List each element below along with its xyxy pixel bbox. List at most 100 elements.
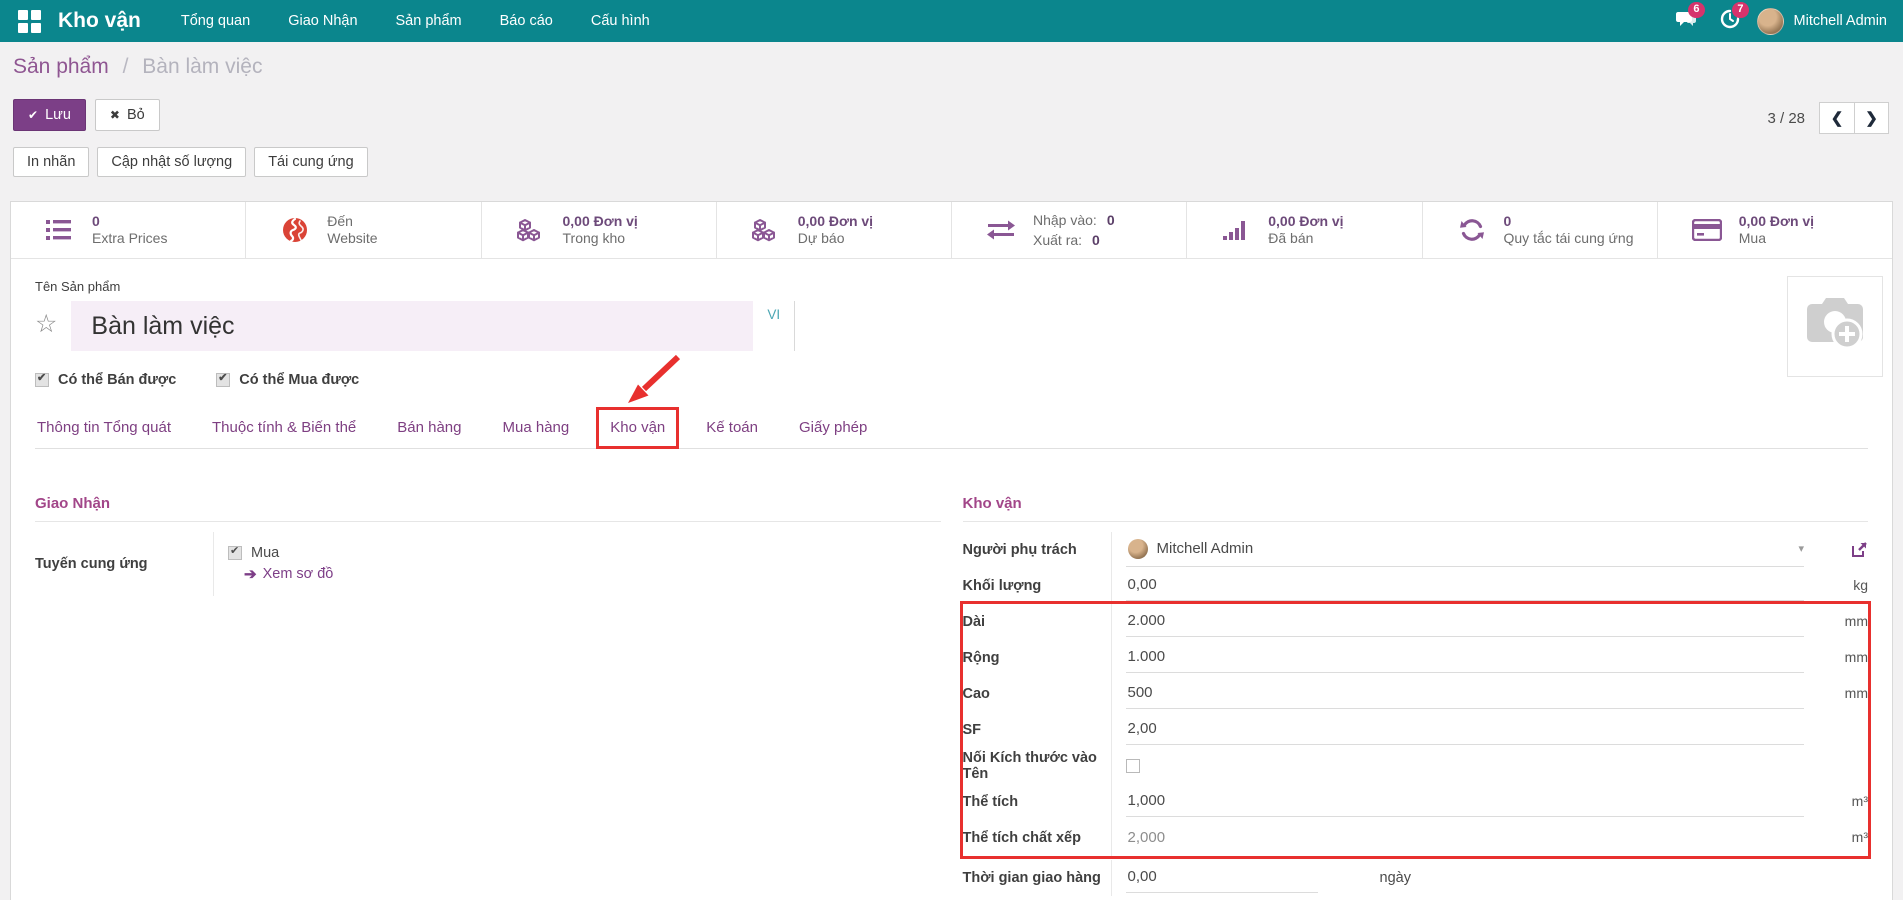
apps-menu-icon[interactable]: [16, 8, 42, 34]
pager: 3 / 28 ❮ ❯: [1767, 102, 1889, 134]
breadcrumb-products-link[interactable]: Sản phẩm: [13, 55, 109, 78]
print-labels-button[interactable]: In nhãn: [13, 147, 89, 177]
translate-badge[interactable]: VI: [753, 301, 794, 322]
responsible-field-row: Người phụ trách Mitchell Admin ▾: [963, 532, 1869, 568]
user-menu[interactable]: Mitchell Admin: [1794, 13, 1887, 29]
list-icon: [43, 218, 77, 242]
volume-input[interactable]: 1,000: [1126, 787, 1805, 817]
tab-sales[interactable]: Bán hàng: [395, 415, 463, 448]
width-input[interactable]: 1.000: [1126, 643, 1805, 673]
product-name-label: Tên Sản phẩm: [35, 279, 1868, 294]
stat-extra-prices[interactable]: 0Extra Prices: [11, 202, 245, 258]
width-unit: mm: [1804, 649, 1868, 667]
tab-accounting[interactable]: Kế toán: [704, 415, 760, 448]
save-button[interactable]: ✔Lưu: [13, 99, 86, 131]
control-panel: Sản phẩm / Bàn làm việc ✔Lưu ✖Bỏ 3 / 28 …: [0, 42, 1903, 201]
tab-purchase[interactable]: Mua hàng: [501, 415, 572, 448]
bar-chart-icon: [1219, 218, 1253, 242]
user-avatar[interactable]: [1757, 8, 1784, 35]
can-be-purchased-checkbox[interactable]: [216, 373, 230, 387]
weight-input[interactable]: 0,00: [1126, 571, 1805, 601]
sf-input[interactable]: 2,00: [1126, 715, 1805, 745]
lead-time-input[interactable]: 0,00: [1126, 863, 1318, 893]
menu-reporting[interactable]: Báo cáo: [486, 2, 567, 40]
length-input[interactable]: 2.000: [1126, 607, 1805, 637]
cubes-icon: [514, 217, 548, 243]
menu-overview[interactable]: Tổng quan: [167, 2, 264, 40]
concat-dimensions-checkbox[interactable]: [1126, 759, 1140, 773]
height-unit: mm: [1804, 685, 1868, 703]
inventory-group-title: Kho vận: [963, 495, 1869, 522]
replenish-button[interactable]: Tái cung ứng: [254, 147, 367, 177]
tab-licenses[interactable]: Giấy phép: [797, 415, 869, 448]
menu-configuration[interactable]: Cấu hình: [577, 2, 664, 40]
notebook-tabs: Thông tin Tổng quát Thuộc tính & Biến th…: [35, 415, 1868, 449]
route-buy-checkbox[interactable]: [228, 546, 242, 560]
concat-dimensions-field-row: Nối Kích thước vào Tên: [963, 748, 1869, 784]
messages-button[interactable]: 6: [1669, 6, 1703, 36]
tab-general-information[interactable]: Thông tin Tổng quát: [35, 415, 173, 448]
menu-products[interactable]: Sản phẩm: [382, 2, 476, 40]
tab-inventory[interactable]: Kho vận: [608, 415, 667, 448]
weight-field-row: Khối lượng 0,00 kg: [963, 568, 1869, 604]
tab-attributes-variants[interactable]: Thuộc tính & Biến thể: [210, 415, 358, 448]
refresh-icon: [1455, 217, 1489, 243]
stowage-volume-field-row: Thể tích chất xếp 2,000 m³: [963, 820, 1869, 856]
external-link-icon[interactable]: [1804, 541, 1868, 558]
stat-purchased[interactable]: 0,00 Đơn vịMua: [1657, 202, 1892, 258]
routes-label: Tuyến cung ứng: [35, 532, 213, 596]
globe-icon: [278, 217, 312, 243]
credit-card-icon: [1690, 219, 1724, 241]
logistics-group: Giao Nhận Tuyến cung ứng Mua ➔ Xem sơ đồ: [35, 495, 941, 896]
inventory-group: Kho vận Người phụ trách Mitchell Admin ▾: [963, 495, 1869, 896]
can-be-purchased-option: Có thể Mua được: [216, 372, 359, 388]
lead-time-field-row: Thời gian giao hàng 0,00 ngày: [963, 860, 1869, 896]
discard-button[interactable]: ✖Bỏ: [95, 99, 160, 131]
volume-field-row: Thể tích 1,000 m³: [963, 784, 1869, 820]
top-navbar: Kho vận Tổng quan Giao Nhận Sản phẩm Báo…: [0, 0, 1903, 42]
product-name-input[interactable]: Bàn làm việc: [71, 301, 753, 351]
weight-unit: kg: [1804, 577, 1868, 595]
stowage-volume-value: 2,000: [1126, 824, 1805, 853]
check-icon: ✔: [28, 108, 38, 122]
can-be-sold-option: Có thể Bán được: [35, 372, 176, 388]
lead-time-unit: ngày: [1380, 870, 1411, 886]
product-image-placeholder[interactable]: [1787, 276, 1883, 377]
stat-on-hand[interactable]: 0,00 Đơn vịTrong kho: [481, 202, 716, 258]
pager-previous-button[interactable]: ❮: [1820, 103, 1854, 133]
pager-next-button[interactable]: ❯: [1854, 103, 1888, 133]
width-field-row: Rộng 1.000 mm: [963, 640, 1869, 676]
route-buy-option: Mua: [228, 545, 279, 561]
can-be-sold-checkbox[interactable]: [35, 373, 49, 387]
stat-sold[interactable]: 0,00 Đơn vịĐã bán: [1186, 202, 1421, 258]
camera-plus-icon: [1802, 296, 1868, 357]
favorite-star-icon[interactable]: ☆: [35, 309, 57, 339]
stat-in-out[interactable]: Nhập vào:0 Xuất ra:0: [951, 202, 1186, 258]
stowage-volume-unit: m³: [1804, 829, 1868, 847]
stat-reordering-rules[interactable]: 0Quy tắc tái cung ứng: [1422, 202, 1657, 258]
arrow-right-icon: ➔: [244, 565, 257, 583]
routes-field-row: Tuyến cung ứng Mua ➔ Xem sơ đồ: [35, 532, 941, 596]
volume-unit: m³: [1804, 793, 1868, 811]
messages-badge: 6: [1688, 2, 1704, 18]
view-diagram-link[interactable]: ➔ Xem sơ đồ: [244, 565, 333, 583]
activities-badge: 7: [1732, 2, 1748, 18]
form-sheet: 0Extra Prices ĐếnWebsite 0,00 Đơn vịTron…: [10, 201, 1893, 900]
height-field-row: Cao 500 mm: [963, 676, 1869, 712]
app-title[interactable]: Kho vận: [58, 9, 141, 33]
update-quantity-button[interactable]: Cập nhật số lượng: [97, 147, 246, 177]
menu-operations[interactable]: Giao Nhận: [274, 2, 371, 40]
responsible-input[interactable]: Mitchell Admin ▾: [1126, 534, 1805, 567]
breadcrumb: Sản phẩm / Bàn làm việc: [13, 55, 262, 79]
pager-count: 3 / 28: [1767, 110, 1805, 127]
stat-forecasted[interactable]: 0,00 Đơn vịDự báo: [716, 202, 951, 258]
activities-button[interactable]: 7: [1713, 6, 1747, 36]
close-icon: ✖: [110, 108, 120, 122]
stat-website[interactable]: ĐếnWebsite: [245, 202, 480, 258]
breadcrumb-separator: /: [123, 55, 129, 78]
length-field-row: Dài 2.000 mm: [963, 604, 1869, 640]
height-input[interactable]: 500: [1126, 679, 1805, 709]
breadcrumb-current: Bàn làm việc: [142, 55, 262, 78]
main-menu: Tổng quan Giao Nhận Sản phẩm Báo cáo Cấu…: [167, 2, 664, 40]
annotation-box-fields: Dài 2.000 mm Rộng 1.000 mm: [963, 604, 1869, 856]
